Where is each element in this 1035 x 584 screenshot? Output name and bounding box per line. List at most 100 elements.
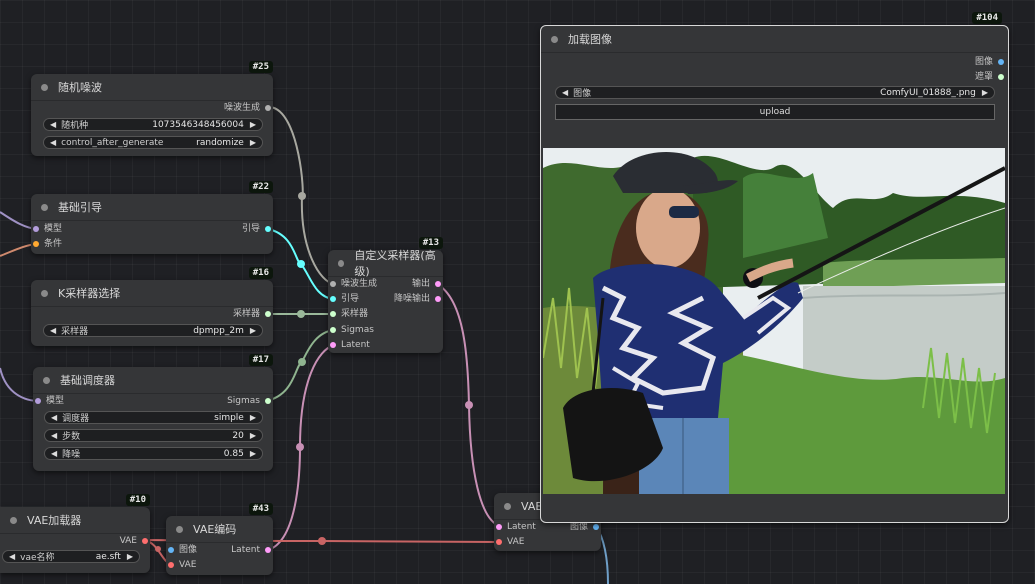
output-vae[interactable]: VAE: [120, 535, 150, 547]
widget-label: 降噪: [62, 450, 81, 460]
collapse-dot-icon[interactable]: [504, 502, 511, 510]
slot-dot-icon[interactable]: [998, 59, 1004, 65]
slot-dot-icon[interactable]: [168, 547, 174, 553]
slot-dot-icon[interactable]: [435, 296, 441, 302]
slot-dot-icon[interactable]: [35, 398, 41, 404]
node-load-image[interactable]: #104 加载图像 图像 遮罩 ◀ 图像 ComfyUI_01888_.png ▶ u…: [540, 12, 1009, 523]
slot-label: 噪波生成: [341, 279, 378, 289]
output-noise[interactable]: 噪波生成: [224, 102, 273, 114]
slot-dot-icon[interactable]: [496, 524, 502, 530]
slot-dot-icon[interactable]: [265, 547, 271, 553]
input-latent[interactable]: Latent: [328, 339, 370, 351]
collapse-dot-icon[interactable]: [43, 376, 50, 384]
collapse-dot-icon[interactable]: [41, 289, 48, 297]
slot-dot-icon[interactable]: [330, 311, 336, 317]
output-sampler[interactable]: 采样器: [233, 308, 273, 320]
collapse-dot-icon[interactable]: [10, 516, 17, 524]
denoise-widget[interactable]: ◀ 降噪 0.85 ▶: [44, 447, 263, 460]
slot-dot-icon[interactable]: [330, 296, 336, 302]
slot-dot-icon[interactable]: [265, 398, 271, 404]
arrow-left-icon[interactable]: ◀: [50, 326, 56, 335]
control-after-generate-widget[interactable]: ◀ control_after_generate randomize ▶: [43, 136, 263, 149]
input-latent[interactable]: Latent: [494, 521, 536, 533]
slot-dot-icon[interactable]: [998, 74, 1004, 80]
seed-widget[interactable]: ◀ 随机种 1073546348456004 ▶: [43, 118, 263, 131]
arrow-left-icon[interactable]: ◀: [51, 431, 57, 440]
slot-dot-icon[interactable]: [168, 562, 174, 568]
output-mask[interactable]: 遮罩: [975, 71, 1006, 83]
arrow-left-icon[interactable]: ◀: [50, 120, 56, 129]
output-latent[interactable]: Latent: [231, 544, 273, 556]
node-vae-encode[interactable]: #43 VAE编码 图像 VAE Latent: [166, 503, 273, 575]
output-guider[interactable]: 引导: [242, 223, 273, 235]
input-image[interactable]: 图像: [166, 544, 197, 556]
input-guider[interactable]: 引导: [328, 293, 359, 305]
arrow-left-icon[interactable]: ◀: [51, 413, 57, 422]
node-title[interactable]: 随机噪波: [31, 74, 273, 101]
arrow-left-icon[interactable]: ◀: [50, 138, 56, 147]
arrow-right-icon[interactable]: ▶: [250, 326, 256, 335]
node-ksampler-select[interactable]: #16 K采样器选择 采样器 ◀ 采样器 dpmpp_2m ▶: [31, 267, 273, 346]
arrow-left-icon[interactable]: ◀: [562, 88, 568, 97]
arrow-right-icon[interactable]: ▶: [250, 431, 256, 440]
node-id-badge: #17: [248, 354, 273, 366]
slot-dot-icon[interactable]: [330, 342, 336, 348]
vae-name-widget[interactable]: ◀ vae名称 ae.sft ▶: [2, 550, 140, 563]
arrow-right-icon[interactable]: ▶: [250, 449, 256, 458]
slot-dot-icon[interactable]: [33, 241, 39, 247]
input-noise[interactable]: 噪波生成: [328, 278, 377, 290]
collapse-dot-icon[interactable]: [41, 83, 48, 91]
image-file-widget[interactable]: ◀ 图像 ComfyUI_01888_.png ▶: [555, 86, 995, 99]
slot-dot-icon[interactable]: [142, 538, 148, 544]
output-sigmas[interactable]: Sigmas: [227, 395, 273, 407]
input-vae[interactable]: VAE: [494, 536, 524, 548]
node-basic-scheduler[interactable]: #17 基础调度器 模型 Sigmas ◀ 调度器 simple ▶ ◀ 步数 20 ▶ ◀…: [33, 354, 273, 471]
arrow-right-icon[interactable]: ▶: [127, 552, 133, 561]
slot-dot-icon[interactable]: [265, 105, 271, 111]
node-title[interactable]: 基础引导: [31, 194, 273, 221]
slot-dot-icon[interactable]: [496, 539, 502, 545]
node-title[interactable]: K采样器选择: [31, 280, 273, 307]
node-title[interactable]: 加载图像: [541, 26, 1008, 53]
steps-widget[interactable]: ◀ 步数 20 ▶: [44, 429, 263, 442]
collapse-dot-icon[interactable]: [176, 525, 183, 533]
slot-dot-icon[interactable]: [33, 226, 39, 232]
node-title[interactable]: 基础调度器: [33, 367, 273, 394]
slot-dot-icon[interactable]: [330, 327, 336, 333]
arrow-right-icon[interactable]: ▶: [250, 138, 256, 147]
scheduler-widget[interactable]: ◀ 调度器 simple ▶: [44, 411, 263, 424]
arrow-right-icon[interactable]: ▶: [250, 120, 256, 129]
node-custom-sampler-advanced[interactable]: #13 自定义采样器(高级) 噪波生成 引导 采样器 Sigmas Latent…: [328, 237, 443, 353]
node-id-badge: #10: [125, 494, 150, 506]
input-sigmas[interactable]: Sigmas: [328, 324, 374, 336]
output-latent[interactable]: 输出: [412, 278, 443, 290]
slot-dot-icon[interactable]: [330, 281, 336, 287]
input-sampler[interactable]: 采样器: [328, 308, 368, 320]
collapse-dot-icon[interactable]: [41, 203, 48, 211]
node-vae-loader[interactable]: #10 VAE加载器 VAE ◀ vae名称 ae.sft ▶: [0, 494, 150, 573]
input-conditioning[interactable]: 条件: [31, 238, 62, 250]
input-model[interactable]: 模型: [31, 223, 62, 235]
node-basic-guider[interactable]: #22 基础引导 模型 条件 引导: [31, 181, 273, 254]
sampler-name-widget[interactable]: ◀ 采样器 dpmpp_2m ▶: [43, 324, 263, 337]
node-random-noise[interactable]: #25 随机噪波 噪波生成 ◀ 随机种 1073546348456004 ▶ ◀ con…: [31, 61, 273, 156]
upload-button[interactable]: upload: [555, 104, 995, 120]
slot-label: Latent: [341, 340, 370, 350]
input-vae[interactable]: VAE: [166, 559, 196, 571]
node-title[interactable]: VAE编码: [166, 516, 273, 543]
node-title[interactable]: 自定义采样器(高级): [328, 249, 443, 278]
arrow-right-icon[interactable]: ▶: [982, 88, 988, 97]
collapse-dot-icon[interactable]: [338, 259, 345, 267]
arrow-left-icon[interactable]: ◀: [9, 552, 15, 561]
slot-dot-icon[interactable]: [593, 524, 599, 530]
slot-dot-icon[interactable]: [265, 311, 271, 317]
arrow-left-icon[interactable]: ◀: [51, 449, 57, 458]
output-denoised[interactable]: 降噪输出: [394, 293, 443, 305]
output-image[interactable]: 图像: [975, 56, 1006, 68]
arrow-right-icon[interactable]: ▶: [250, 413, 256, 422]
collapse-dot-icon[interactable]: [551, 35, 558, 43]
node-title[interactable]: VAE加载器: [0, 507, 150, 534]
slot-dot-icon[interactable]: [435, 281, 441, 287]
slot-dot-icon[interactable]: [265, 226, 271, 232]
input-model[interactable]: 模型: [33, 395, 64, 407]
